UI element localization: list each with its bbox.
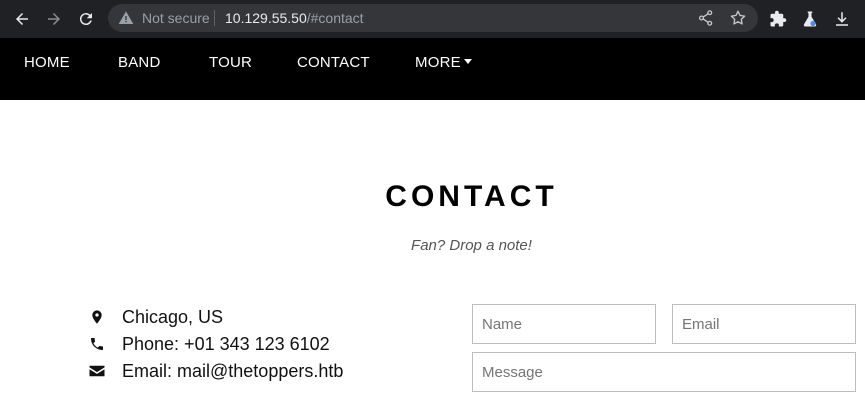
phone-row: Phone: +01 343 123 6102 — [88, 333, 330, 355]
name-input[interactable] — [472, 304, 656, 344]
flask-icon[interactable] — [799, 8, 821, 30]
nav-band[interactable]: BAND — [118, 54, 160, 72]
security-label[interactable]: Not secure — [142, 10, 210, 26]
address-bar[interactable]: Not secure 10.129.55.50/#contact — [108, 4, 758, 32]
omnibox-divider — [214, 10, 215, 26]
nav-contact[interactable]: CONTACT — [297, 54, 370, 72]
caret-down-icon — [463, 59, 472, 64]
download-icon[interactable] — [831, 8, 853, 30]
share-icon[interactable] — [697, 9, 715, 27]
reload-icon[interactable] — [74, 7, 98, 31]
url-path: /#contact — [306, 10, 364, 26]
warning-icon[interactable] — [118, 10, 134, 26]
section-title: CONTACT — [385, 180, 558, 213]
url-text[interactable]: 10.129.55.50/#contact — [225, 10, 364, 26]
email-text: Email: mail@thetoppers.htb — [122, 361, 344, 381]
back-arrow-icon[interactable] — [10, 7, 34, 31]
email-row: Email: mail@thetoppers.htb — [88, 360, 343, 382]
map-marker-icon — [88, 308, 106, 326]
phone-text: Phone: +01 343 123 6102 — [122, 334, 330, 354]
star-icon[interactable] — [729, 9, 747, 27]
nav-more-dropdown[interactable]: MORE — [415, 54, 472, 72]
nav-more-label: MORE — [415, 54, 461, 71]
site-navbar: HOME BAND TOUR CONTACT MORE — [0, 38, 865, 100]
phone-icon — [88, 335, 106, 353]
nav-home[interactable]: HOME — [24, 54, 70, 72]
location-row: Chicago, US — [88, 306, 223, 328]
url-host: 10.129.55.50 — [225, 10, 307, 26]
browser-toolbar: Not secure 10.129.55.50/#contact — [0, 0, 865, 38]
nav-tour[interactable]: TOUR — [209, 54, 252, 72]
forward-arrow-icon[interactable] — [42, 7, 66, 31]
location-text: Chicago, US — [122, 307, 224, 327]
puzzle-icon[interactable] — [767, 8, 789, 30]
section-subtitle: Fan? Drop a note! — [411, 237, 532, 254]
message-input[interactable] — [472, 352, 856, 392]
email-input[interactable] — [672, 304, 856, 344]
envelope-icon — [88, 362, 106, 380]
